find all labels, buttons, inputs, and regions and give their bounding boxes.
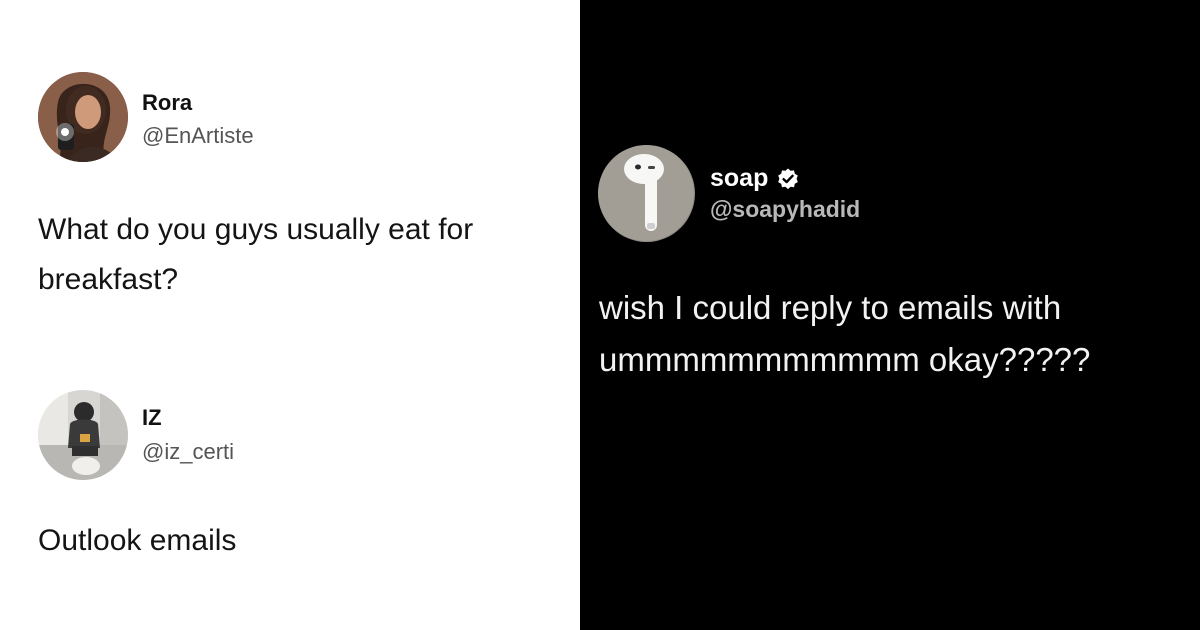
soap-name-row: soap xyxy=(710,164,800,193)
iz-display-name[interactable]: IZ xyxy=(142,405,162,431)
soap-tweet-text: wish I could reply to emails with ummmmm… xyxy=(599,289,1091,378)
iz-handle[interactable]: @iz_certi xyxy=(142,439,234,465)
person-sitting-avatar-icon xyxy=(38,390,128,480)
rora-avatar[interactable] xyxy=(38,72,128,162)
iz-avatar[interactable] xyxy=(38,390,128,480)
person-selfie-avatar-icon xyxy=(38,72,128,162)
soap-avatar[interactable] xyxy=(598,145,695,242)
rora-handle[interactable]: @EnArtiste xyxy=(142,123,254,149)
soap-display-name[interactable]: soap xyxy=(710,164,768,193)
iz-tweet-text: Outlook emails xyxy=(38,524,237,557)
airpod-avatar-icon xyxy=(598,145,695,242)
rora-display-name[interactable]: Rora xyxy=(142,90,192,116)
verified-badge-icon xyxy=(776,167,800,191)
dark-panel: soap @soapyhadid wish I could reply to e… xyxy=(580,0,1200,630)
light-panel: Rora @EnArtiste What do you guys usually… xyxy=(0,0,580,630)
soap-handle[interactable]: @soapyhadid xyxy=(710,196,860,223)
rora-tweet-text: What do you guys usually eat for breakfa… xyxy=(38,213,474,296)
